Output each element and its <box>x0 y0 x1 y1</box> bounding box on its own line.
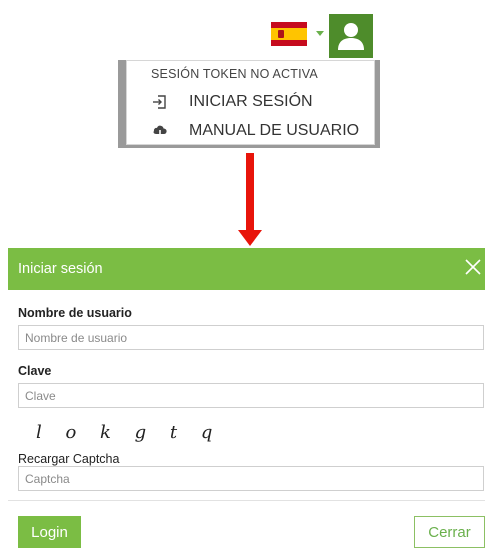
session-status-text: SESIÓN TOKEN NO ACTIVA <box>151 67 318 81</box>
close-icon[interactable] <box>463 257 483 277</box>
cancel-button[interactable]: Cerrar <box>414 516 485 548</box>
login-button[interactable]: Login <box>18 516 81 548</box>
password-input[interactable] <box>18 383 484 408</box>
user-icon <box>338 23 364 50</box>
flag-band <box>271 28 307 40</box>
menu-item-user-manual-label: MANUAL DE USUARIO <box>189 122 360 139</box>
spain-flag-icon[interactable] <box>271 22 307 46</box>
menu-item-login[interactable]: INICIAR SESIÓN <box>127 89 374 115</box>
sign-in-icon <box>153 95 166 109</box>
modal-footer-divider <box>8 500 485 501</box>
user-dropdown-menu: SESIÓN TOKEN NO ACTIVA INICIAR SESIÓN MA… <box>126 60 375 145</box>
arrow-down-shaft <box>246 153 254 233</box>
reload-captcha-link[interactable]: Recargar Captcha <box>18 452 119 466</box>
modal-header: Iniciar sesión <box>8 248 485 290</box>
menu-item-login-label: INICIAR SESIÓN <box>189 93 313 110</box>
username-label: Nombre de usuario <box>18 306 132 320</box>
cloud-download-icon <box>153 125 167 139</box>
password-label: Clave <box>18 364 52 378</box>
user-menu-button[interactable] <box>329 14 373 58</box>
modal-title: Iniciar sesión <box>18 261 103 277</box>
captcha-image: l o k g t q <box>36 422 222 443</box>
captcha-input[interactable] <box>18 466 484 491</box>
arrow-down-icon <box>238 230 262 246</box>
chevron-down-icon[interactable] <box>316 31 324 36</box>
menu-item-user-manual[interactable]: MANUAL DE USUARIO <box>127 118 374 144</box>
username-input[interactable] <box>18 325 484 350</box>
flag-shield <box>278 30 284 38</box>
